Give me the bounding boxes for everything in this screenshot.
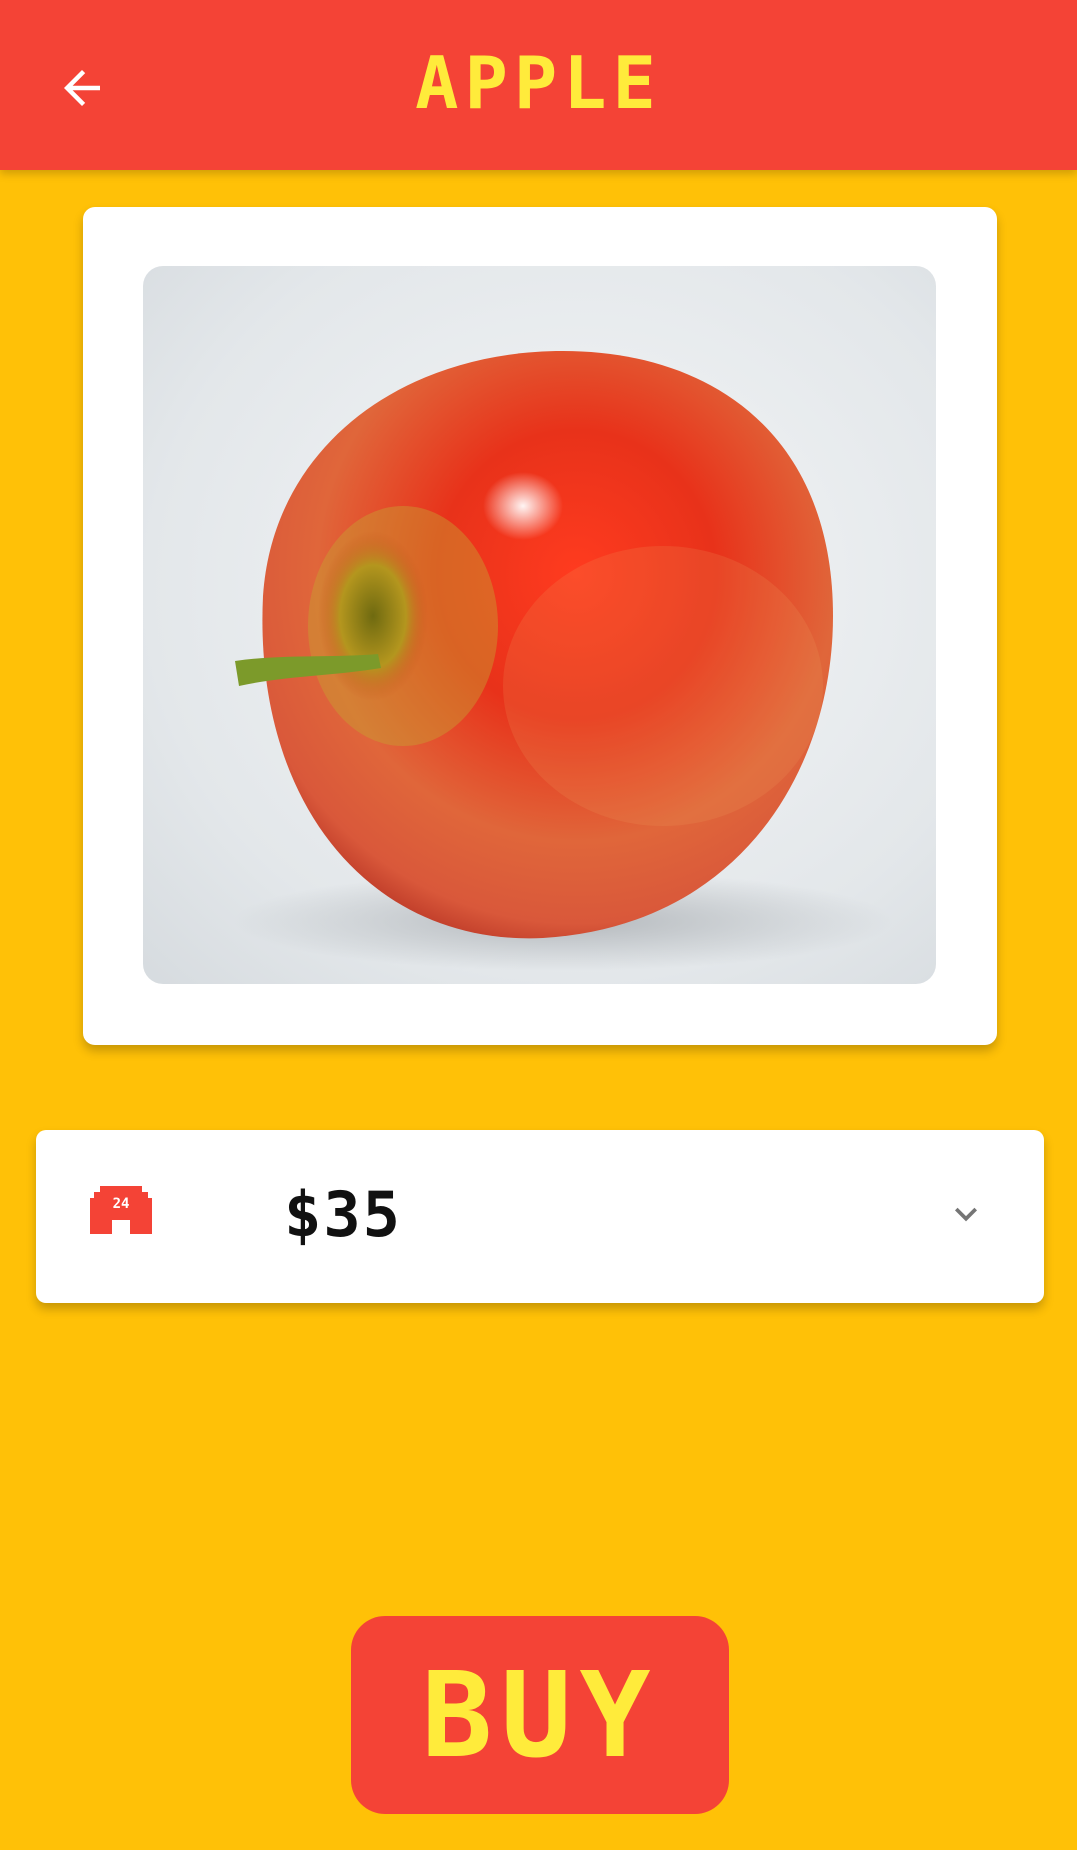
product-photo — [143, 266, 936, 984]
app-screen: APPLE 24 $35 BUY — [0, 0, 1077, 1850]
page-title: APPLE — [415, 41, 662, 125]
app-bar: APPLE — [0, 0, 1077, 170]
price-value: $35 — [284, 1178, 402, 1251]
apple-illustration — [233, 351, 893, 971]
coin-icon-label: 24 — [113, 1196, 130, 1212]
product-image-card — [83, 207, 997, 1045]
price-dropdown[interactable]: 24 $35 — [36, 1130, 1044, 1303]
chevron-down-icon — [955, 1207, 977, 1222]
buy-button[interactable]: BUY — [351, 1616, 729, 1814]
coin-24-icon: 24 — [90, 1186, 152, 1234]
